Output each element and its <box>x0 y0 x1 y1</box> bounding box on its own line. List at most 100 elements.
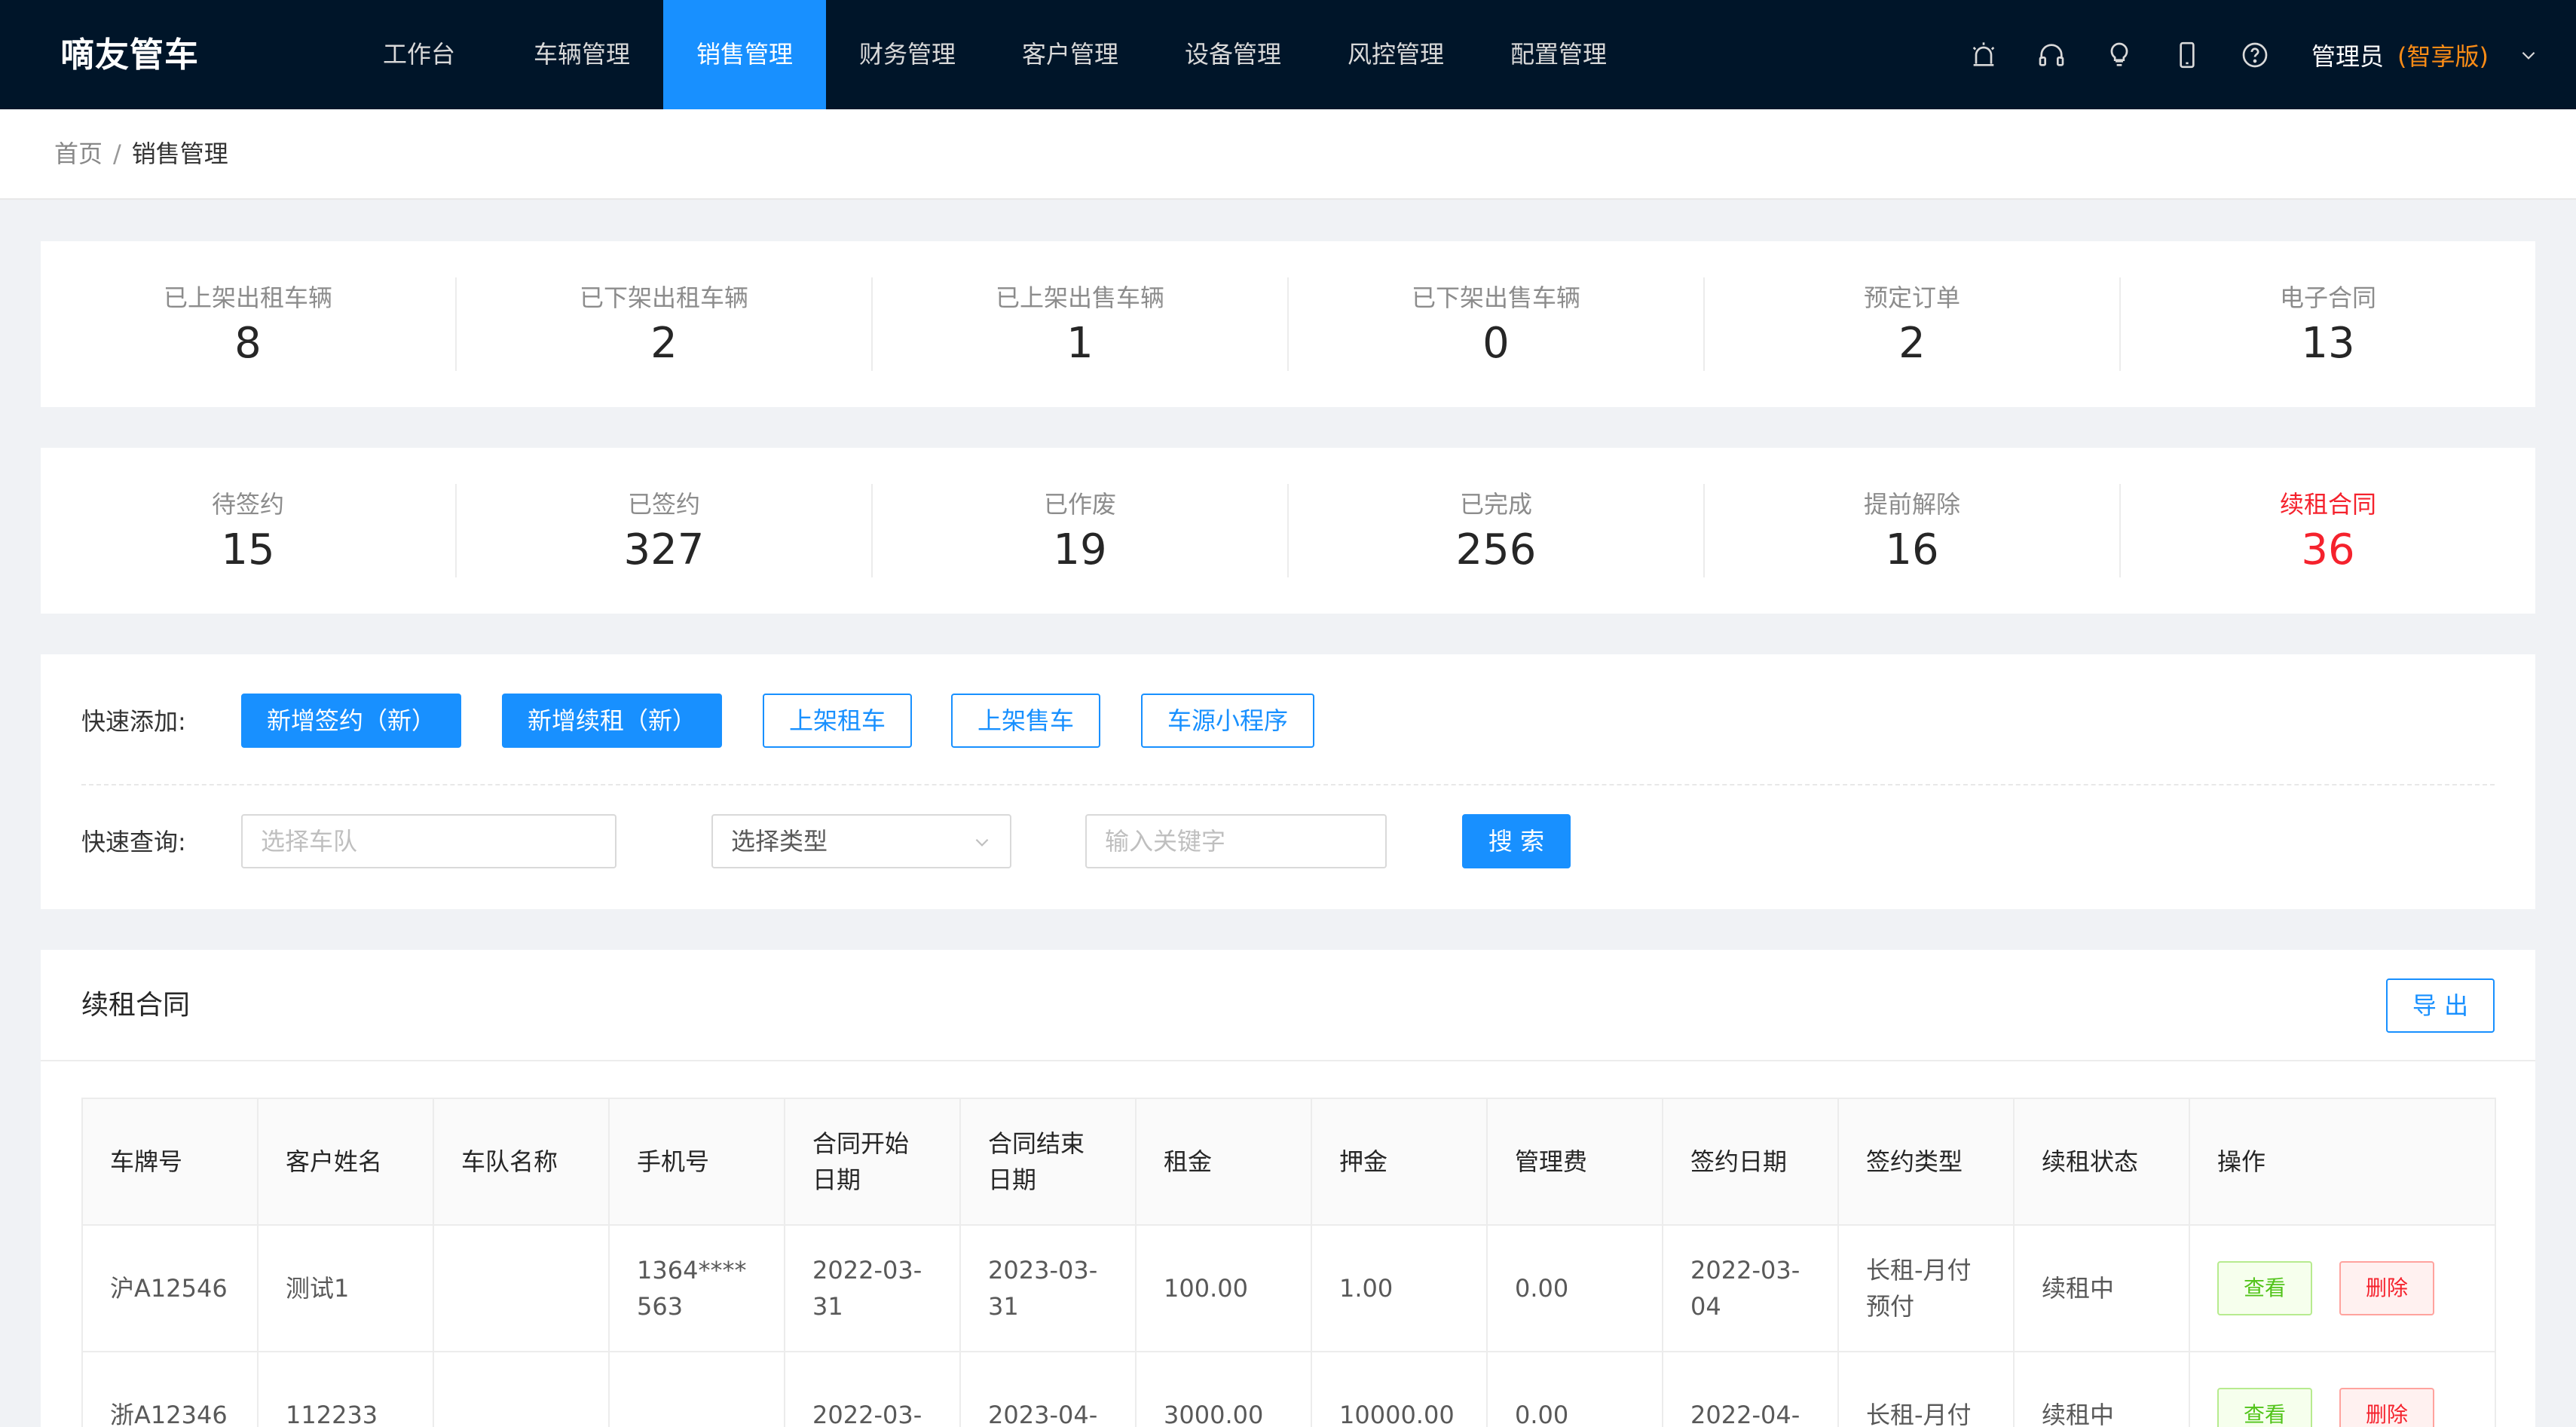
table-cell: 2022-03-04 <box>1662 1224 1839 1352</box>
table-header-row: 车牌号 客户姓名 车队名称 手机号 合同开始日期 合同结束日期 租金 押金 管理… <box>81 1098 2496 1226</box>
fleet-select[interactable]: 选择车队 <box>241 814 616 868</box>
menu-item-sales[interactable]: 销售管理 <box>663 0 826 109</box>
table-cell: 浙A12346 <box>81 1351 259 1427</box>
stat-label: 电子合同 <box>2279 283 2376 312</box>
menu-item-finance[interactable]: 财务管理 <box>826 0 989 109</box>
section-title: 续租合同 <box>81 990 191 1021</box>
table-cell: 测试1 <box>257 1224 434 1352</box>
section-header: 续租合同 导 出 <box>41 950 2535 1061</box>
renewal-contracts-table: 车牌号 客户姓名 车队名称 手机号 合同开始日期 合同结束日期 租金 押金 管理… <box>81 1098 2496 1427</box>
stat-label: 已上架出租车辆 <box>163 283 332 312</box>
lightbulb-icon[interactable] <box>2085 0 2153 109</box>
table-row: 浙A12346 112233 2022-03- 2023-04- 3000.00… <box>81 1351 2496 1427</box>
stat-value: 15 <box>221 525 275 574</box>
table-cell: 2023-03-31 <box>959 1224 1137 1352</box>
stat-label: 已签约 <box>627 490 700 519</box>
keyword-input[interactable]: 输入关键字 <box>1085 814 1387 868</box>
car-source-miniapp-button[interactable]: 车源小程序 <box>1141 694 1314 748</box>
stat-completed[interactable]: 已完成 256 <box>1289 484 1705 577</box>
stat-value: 256 <box>1455 525 1537 574</box>
breadcrumb-home[interactable]: 首页 <box>54 139 102 168</box>
table-cell: 1.00 <box>1311 1224 1488 1352</box>
chevron-down-icon <box>975 838 989 847</box>
stat-early-terminated[interactable]: 提前解除 16 <box>1705 484 2121 577</box>
stat-e-contracts[interactable]: 电子合同 13 <box>2121 277 2535 371</box>
column-header: 合同开始日期 <box>784 1098 961 1226</box>
column-header: 车牌号 <box>81 1098 259 1226</box>
table-cell: 续租中 <box>2013 1224 2190 1352</box>
column-header: 签约类型 <box>1837 1098 2015 1226</box>
actions-cell: 查看 删除 <box>2189 1351 2496 1427</box>
stat-label: 已上架出售车辆 <box>995 283 1164 312</box>
search-button[interactable]: 搜 索 <box>1462 814 1571 868</box>
menu-item-risk[interactable]: 风控管理 <box>1314 0 1477 109</box>
stat-label: 已下架出售车辆 <box>1411 283 1580 312</box>
stat-reservations[interactable]: 预定订单 2 <box>1705 277 2121 371</box>
headset-icon[interactable] <box>2018 0 2085 109</box>
column-header: 签约日期 <box>1662 1098 1839 1226</box>
menu-item-vehicles[interactable]: 车辆管理 <box>500 0 663 109</box>
new-contract-button[interactable]: 新增签约（新） <box>241 694 461 748</box>
menu-item-customers[interactable]: 客户管理 <box>989 0 1152 109</box>
table-cell: 2022-03-31 <box>784 1224 961 1352</box>
chevron-down-icon <box>2522 51 2535 60</box>
stat-value: 327 <box>623 525 705 574</box>
menu-item-config[interactable]: 配置管理 <box>1477 0 1640 109</box>
type-select-value: 选择类型 <box>731 827 828 856</box>
stat-signed[interactable]: 已签约 327 <box>457 484 873 577</box>
stat-label: 预定订单 <box>1863 283 1960 312</box>
type-select[interactable]: 选择类型 <box>711 814 1011 868</box>
column-header: 租金 <box>1135 1098 1312 1226</box>
table-cell: 100.00 <box>1135 1224 1312 1352</box>
help-icon[interactable] <box>2221 0 2289 109</box>
table-cell: 0.00 <box>1486 1224 1663 1352</box>
view-button[interactable]: 查看 <box>2217 1388 2312 1427</box>
top-navbar: 嘀友管车 工作台 车辆管理 销售管理 财务管理 客户管理 设备管理 风控管理 配… <box>0 0 2576 109</box>
menu-item-devices[interactable]: 设备管理 <box>1152 0 1314 109</box>
user-menu[interactable]: 管理员 (智享版) <box>2311 38 2538 72</box>
list-rental-car-button[interactable]: 上架租车 <box>763 694 912 748</box>
table-cell <box>608 1351 785 1427</box>
stat-renewal-contracts[interactable]: 续租合同 36 <box>2121 484 2535 577</box>
stat-value: 19 <box>1053 525 1107 574</box>
quick-query-label: 快速查询: <box>81 828 186 856</box>
stat-sale-listed[interactable]: 已上架出售车辆 1 <box>873 277 1289 371</box>
main-menu: 工作台 车辆管理 销售管理 财务管理 客户管理 设备管理 风控管理 配置管理 <box>338 0 1640 109</box>
quick-actions-panel: 快速添加: 新增签约（新） 新增续租（新） 上架租车 上架售车 车源小程序 快速… <box>41 654 2535 909</box>
stat-rent-listed[interactable]: 已上架出租车辆 8 <box>41 277 457 371</box>
stat-voided[interactable]: 已作废 19 <box>873 484 1289 577</box>
table-cell: 0.00 <box>1486 1351 1663 1427</box>
app-logo[interactable]: 嘀友管车 <box>60 0 199 109</box>
stat-label: 提前解除 <box>1863 490 1960 519</box>
delete-button[interactable]: 删除 <box>2339 1261 2434 1315</box>
panel-divider <box>81 784 2495 785</box>
new-renewal-button[interactable]: 新增续租（新） <box>502 694 722 748</box>
stats-card-contracts: 待签约 15 已签约 327 已作废 19 已完成 256 提前解除 16 续租合同 36 <box>41 448 2535 614</box>
breadcrumb-separator: / <box>113 139 121 168</box>
list-sale-car-button[interactable]: 上架售车 <box>951 694 1100 748</box>
stat-pending-sign[interactable]: 待签约 15 <box>41 484 457 577</box>
table-cell: 2023-04- <box>959 1351 1137 1427</box>
alarm-icon[interactable] <box>1950 0 2018 109</box>
delete-button[interactable]: 删除 <box>2339 1388 2434 1427</box>
view-button[interactable]: 查看 <box>2217 1261 2312 1315</box>
stat-label: 待签约 <box>211 490 284 519</box>
table-cell: 长租-月付预付 <box>1837 1224 2015 1352</box>
table-cell: 1364****563 <box>608 1224 785 1352</box>
table-cell: 2022-04- <box>1662 1351 1839 1427</box>
column-header: 车队名称 <box>433 1098 610 1226</box>
mobile-icon[interactable] <box>2153 0 2221 109</box>
table-cell <box>433 1224 610 1352</box>
table-row: 沪A12546 测试1 1364****563 2022-03-31 2023-… <box>81 1224 2496 1352</box>
menu-item-workbench[interactable]: 工作台 <box>338 0 500 109</box>
stat-value: 36 <box>2301 525 2355 574</box>
stat-sale-unlisted[interactable]: 已下架出售车辆 0 <box>1289 277 1705 371</box>
column-header: 手机号 <box>608 1098 785 1226</box>
export-button[interactable]: 导 出 <box>2386 978 2495 1033</box>
table-cell: 沪A12546 <box>81 1224 259 1352</box>
breadcrumb: 首页 / 销售管理 <box>54 109 228 198</box>
column-header: 合同结束日期 <box>959 1098 1137 1226</box>
quick-add-label: 快速添加: <box>81 707 186 736</box>
stat-label: 已下架出租车辆 <box>579 283 748 312</box>
stat-rent-unlisted[interactable]: 已下架出租车辆 2 <box>457 277 873 371</box>
